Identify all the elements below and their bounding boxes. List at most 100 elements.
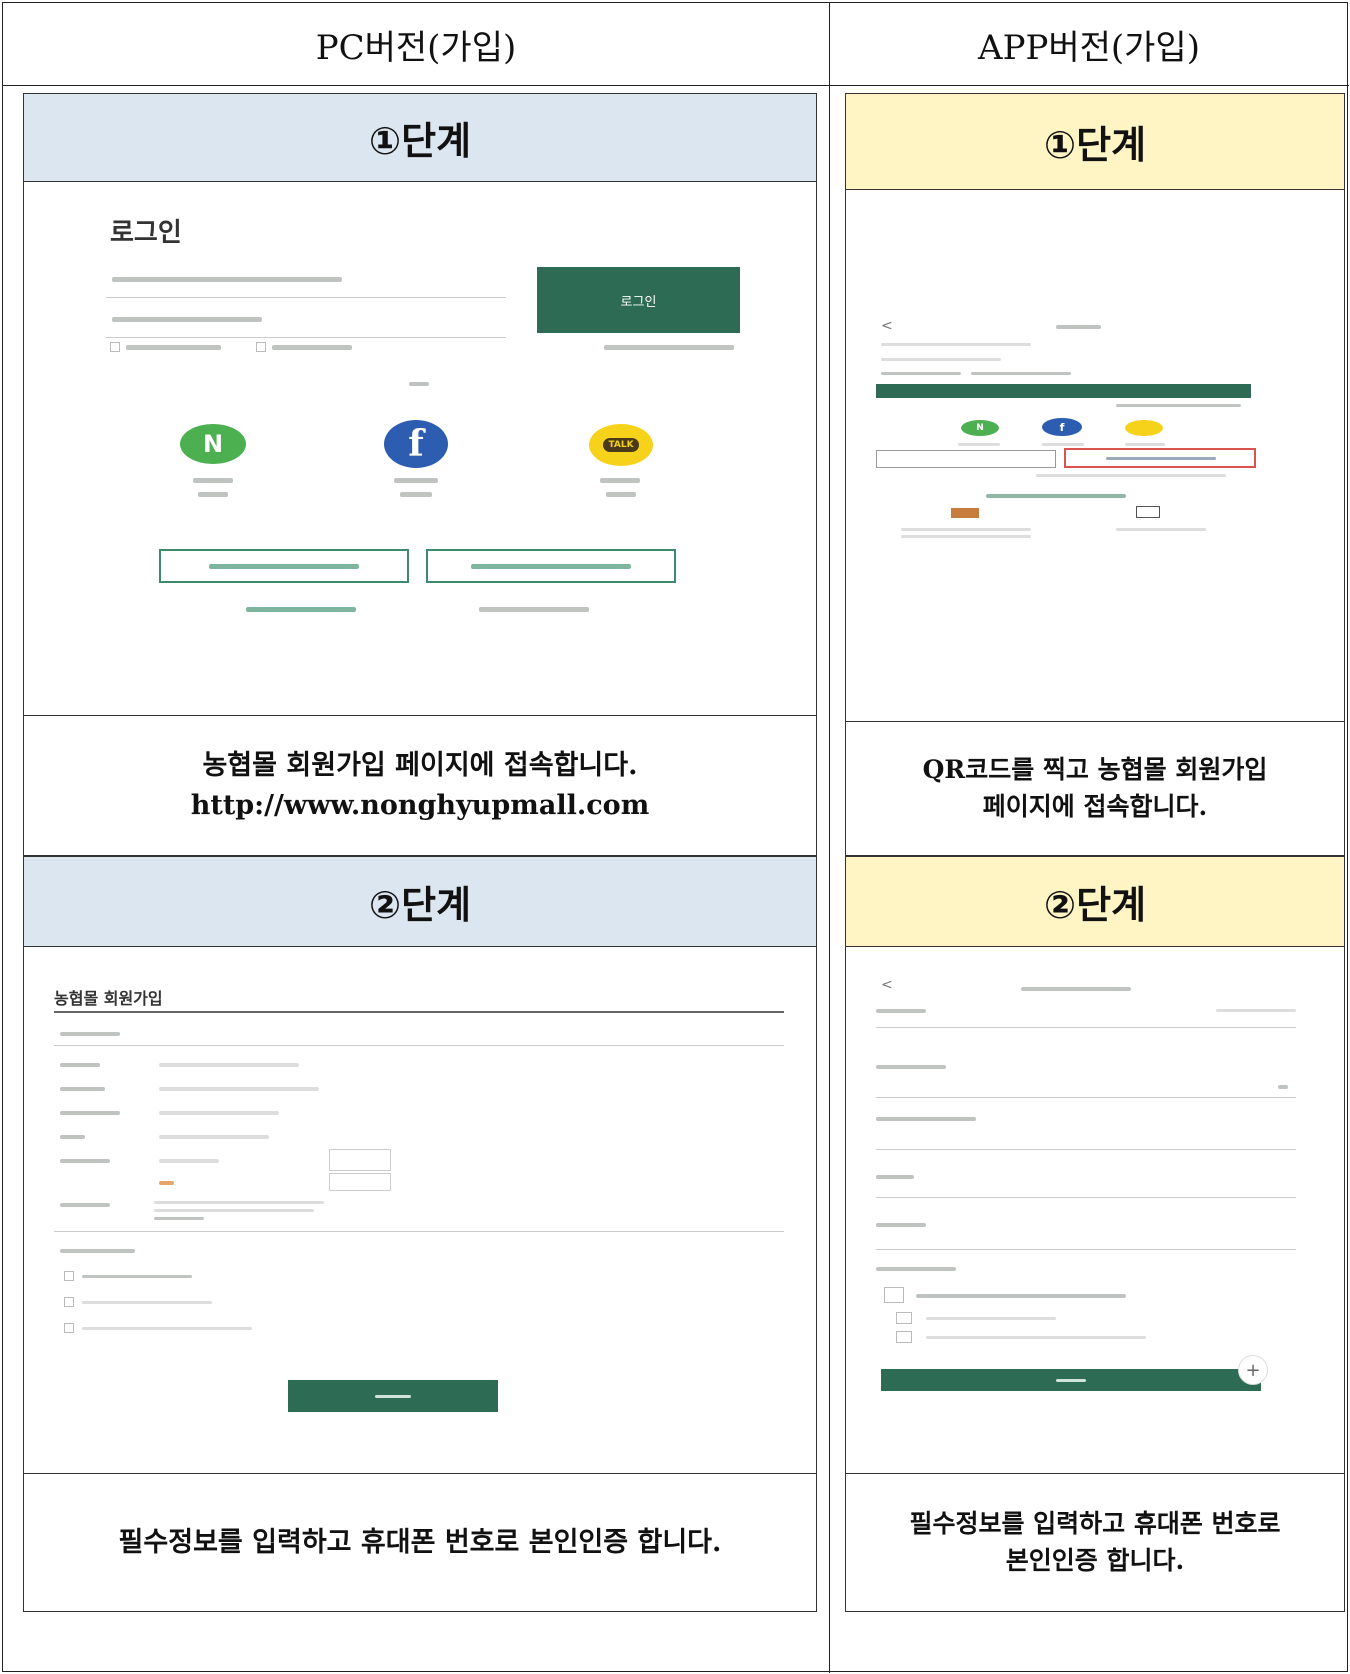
app-id-line	[876, 1027, 1296, 1028]
form-input-password-confirm[interactable]	[159, 1111, 279, 1115]
app-naver-icon[interactable]: N	[961, 420, 999, 436]
app-join-now-text	[986, 494, 1126, 498]
verification-note-2	[154, 1209, 314, 1212]
app-id-field[interactable]	[881, 343, 1031, 346]
naver-login-label	[193, 478, 233, 483]
app-signup-back-icon[interactable]: <	[881, 977, 893, 993]
app-label-id	[876, 1009, 926, 1013]
form-input-name[interactable]	[159, 1135, 269, 1139]
pc-step2-caption: 필수정보를 입력하고 휴대폰 번호로 본인인증 합니다.	[118, 1526, 722, 1558]
pc-step2-band: ②단계	[24, 857, 816, 947]
timer-text	[159, 1181, 174, 1185]
form-label-password-confirm	[60, 1111, 120, 1115]
app-step1-card: ①단계 < N f QR코드를 찍고 농협몰 회원가입 페이지에 접속합니다.	[845, 93, 1345, 856]
save-id-label	[126, 345, 221, 350]
id-field-line	[106, 297, 506, 298]
facebook-icon[interactable]: f	[384, 420, 448, 468]
column-divider	[829, 3, 830, 1673]
form-label-password	[60, 1087, 105, 1091]
verify-button[interactable]	[329, 1173, 391, 1191]
app-eye-icon[interactable]	[1278, 1085, 1288, 1089]
app-signup-title	[1021, 987, 1131, 991]
app-terms-label-1	[926, 1317, 1056, 1320]
back-arrow-icon[interactable]: <	[881, 318, 893, 334]
form-input-password[interactable]	[159, 1087, 319, 1091]
agree-all-label	[82, 1275, 192, 1278]
terms-checkbox-1[interactable]	[64, 1297, 74, 1307]
app-label-password	[876, 1065, 946, 1069]
app-terms-label-2	[926, 1336, 1146, 1339]
id-field-placeholder	[112, 277, 342, 282]
app-auto-login[interactable]	[971, 372, 1071, 375]
nh-integrated-join-button[interactable]	[426, 549, 676, 583]
section-line	[54, 1045, 784, 1046]
app-naver-label	[958, 443, 1000, 446]
naver-icon[interactable]: N	[180, 424, 246, 464]
kakao-icon[interactable]: TALK	[589, 424, 653, 466]
password-field-placeholder	[112, 317, 262, 322]
app-step2-caption-line2: 본인인증 합니다.	[1005, 1545, 1185, 1575]
app-banner-icon	[951, 508, 979, 518]
app-signup-screenshot: < +	[846, 947, 1344, 1474]
facebook-login-label-2	[400, 492, 432, 497]
send-code-button[interactable]	[329, 1149, 391, 1171]
app-label-name	[876, 1175, 914, 1179]
app-login-screenshot: < N f	[846, 190, 1344, 722]
login-button[interactable]: 로그인	[537, 267, 740, 333]
terms-heading	[60, 1249, 135, 1253]
app-truck-icon	[1136, 506, 1160, 518]
guest-order-lookup-link[interactable]	[479, 607, 589, 612]
required-label	[60, 1032, 120, 1036]
app-login-title	[1056, 325, 1101, 329]
app-facebook-icon[interactable]: f	[1042, 418, 1082, 436]
app-step2-caption-line1: 필수정보를 입력하고 휴대폰 번호로	[909, 1509, 1281, 1539]
form-input-phone[interactable]	[159, 1159, 219, 1163]
app-terms-heading	[876, 1267, 956, 1271]
app-step1-caption-line2: 페이지에 접속합니다.	[982, 791, 1208, 821]
pc-login-title: 로그인	[110, 218, 182, 248]
guide-table: PC버전(가입) APP버전(가입) ①단계 로그인 로그인 N f TALK …	[2, 2, 1349, 1673]
title-underline	[54, 1011, 784, 1013]
pc-step1-card: ①단계 로그인 로그인 N f TALK 농협몰 회원가입 페이지에 접속합니다…	[23, 93, 817, 856]
app-simple-join-button[interactable]	[1064, 448, 1256, 468]
app-agree-all-label	[916, 1294, 1126, 1298]
pc-step2-card: ②단계 농협몰 회원가입 필수정보를 입력하고 휴대폰 번호로 본인인증 합니다…	[23, 856, 817, 1612]
kakao-login-label	[600, 478, 640, 483]
facebook-login-label	[394, 478, 438, 483]
form-label-phone	[60, 1159, 110, 1163]
app-login-button[interactable]	[876, 384, 1251, 398]
kakao-login-label-2	[606, 492, 636, 497]
app-join-submit-button[interactable]	[881, 1369, 1261, 1391]
guest-order-link[interactable]	[246, 607, 356, 612]
app-name-line	[876, 1197, 1296, 1198]
app-floating-plus-icon[interactable]: +	[1238, 1355, 1268, 1385]
app-kakao-icon[interactable]	[1125, 420, 1163, 436]
app-terms-checkbox-2[interactable]	[896, 1331, 912, 1343]
simple-join-button[interactable]	[159, 549, 409, 583]
terms-label-2	[82, 1327, 252, 1330]
app-delivery-text	[1116, 528, 1206, 531]
pc-login-screenshot: 로그인 로그인 N f TALK	[24, 182, 816, 716]
verification-note-3	[154, 1217, 204, 1220]
agree-all-checkbox[interactable]	[64, 1271, 74, 1281]
find-id-password-link[interactable]	[604, 345, 734, 350]
form-input-id[interactable]	[159, 1063, 299, 1067]
naver-login-label-2	[198, 492, 228, 497]
app-required-note	[1216, 1009, 1296, 1012]
app-password-field[interactable]	[881, 358, 1001, 361]
app-password-confirm-line	[876, 1149, 1296, 1150]
auto-login-label	[272, 345, 352, 350]
app-nh-join-button[interactable]	[876, 450, 1056, 468]
app-agree-all-checkbox[interactable]	[884, 1287, 904, 1303]
save-id-checkbox[interactable]	[110, 342, 120, 352]
pc-step1-caption-url: http://www.nonghyupmall.com	[190, 789, 650, 821]
pc-step1-caption: 농협몰 회원가입 페이지에 접속합니다. http://www.nonghyup…	[24, 716, 816, 855]
pc-join-submit-button[interactable]	[288, 1380, 498, 1412]
app-find-account-link[interactable]	[1116, 404, 1241, 407]
app-banner-text-2	[901, 535, 1031, 538]
terms-checkbox-2[interactable]	[64, 1323, 74, 1333]
form-label-id	[60, 1063, 100, 1067]
auto-login-checkbox[interactable]	[256, 342, 266, 352]
app-terms-checkbox-1[interactable]	[896, 1312, 912, 1324]
app-save-id[interactable]	[881, 372, 961, 375]
